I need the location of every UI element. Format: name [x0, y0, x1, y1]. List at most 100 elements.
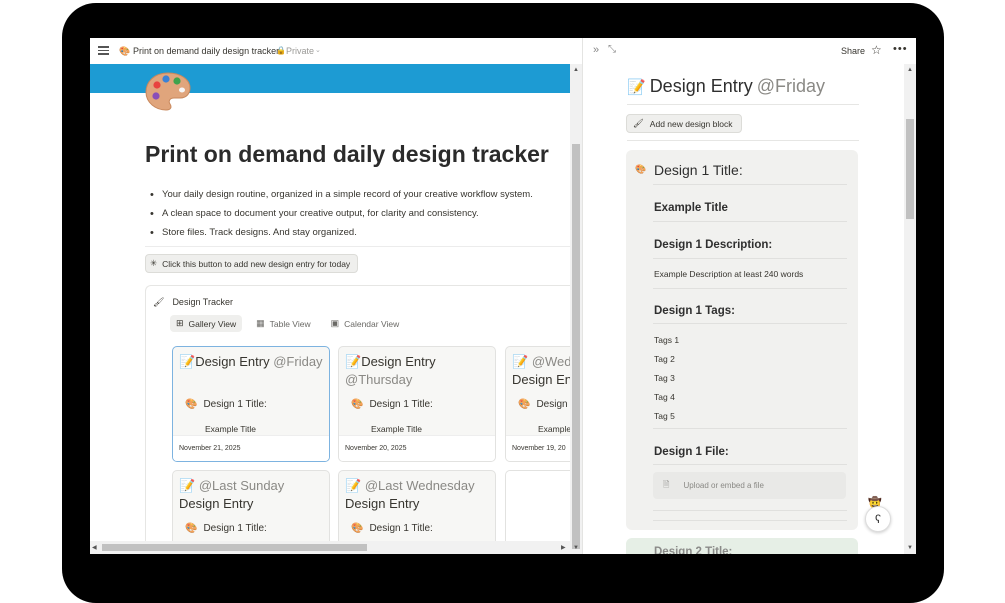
- divider: [653, 464, 847, 465]
- database-title[interactable]: 🖌 Design Tracker: [153, 297, 233, 308]
- brush-icon: 🖌: [153, 297, 165, 307]
- vertical-scrollbar[interactable]: ▲ ▼: [570, 64, 582, 554]
- divider: [653, 288, 847, 289]
- tag-item[interactable]: Tag 2: [654, 354, 675, 364]
- calendar-icon: ▣: [330, 318, 340, 328]
- tab-calendar-view[interactable]: ▣ Calendar View: [325, 315, 406, 332]
- bullet-item: A clean space to document your creative …: [148, 207, 533, 226]
- share-button[interactable]: Share: [841, 46, 865, 56]
- tag-item[interactable]: Tag 4: [654, 392, 675, 402]
- breadcrumb[interactable]: Print on demand daily design tracker: [133, 46, 279, 56]
- card-property: 🎨 Design 1 Title:: [185, 399, 267, 410]
- property-value: Example Title: [205, 424, 257, 434]
- chevron-down-icon[interactable]: ⌄: [315, 46, 321, 54]
- help-assistant-button[interactable]: ʕ: [865, 506, 891, 532]
- bullet-item: Your daily design routine, organized in …: [148, 188, 533, 207]
- button-label: Click this button to add new design entr…: [162, 258, 351, 269]
- property-label: Design 1 Title:: [203, 399, 267, 410]
- tag-item[interactable]: Tag 3: [654, 373, 675, 383]
- card-property: 🎨 Design 1 Title:: [351, 523, 433, 534]
- tab-table-view[interactable]: ▦ Table View: [250, 315, 316, 332]
- scroll-right-arrow-icon[interactable]: ▶: [561, 544, 566, 551]
- memo-icon: 📝: [512, 354, 529, 369]
- date-mention[interactable]: @Friday: [757, 76, 825, 97]
- vertical-scrollbar[interactable]: ▲ ▼: [904, 64, 916, 554]
- palette-icon: 🎨: [119, 46, 131, 56]
- palette-icon: 🎨: [518, 399, 531, 410]
- main-page-pane: 🎨 Print on demand daily design tracker 🔒…: [90, 38, 582, 554]
- entry-title[interactable]: 📝 Design Entry @Friday: [627, 76, 825, 97]
- card-date: November 20, 2025: [339, 435, 495, 461]
- upload-placeholder: Upload or embed a file: [683, 481, 764, 490]
- card-property: 🎨 Design 1 Title:: [351, 399, 433, 410]
- horizontal-scrollbar[interactable]: ◀ ▶: [90, 541, 570, 554]
- tab-gallery-view[interactable]: ⊞ Gallery View: [170, 315, 243, 332]
- date-mention: @Wed: [531, 354, 572, 369]
- palette-icon: 🎨: [635, 164, 647, 174]
- tag-item[interactable]: Tag 5: [654, 411, 675, 421]
- expand-icon[interactable]: ⤡: [608, 44, 616, 55]
- more-options-icon[interactable]: •••: [893, 43, 908, 55]
- block-heading: Design 1 Title:: [654, 162, 743, 178]
- card-title: 📝 @Last Sunday Design Entry: [173, 471, 329, 513]
- description-heading: Design 1 Description:: [654, 239, 773, 251]
- divider: [627, 140, 859, 141]
- divider: [653, 258, 847, 259]
- grid-icon: ⊞: [176, 318, 184, 328]
- scrollbar-thumb[interactable]: [572, 144, 580, 549]
- card-title: 📝 @Last Wednesday Design Entry: [339, 471, 495, 513]
- assistant-face-icon: ʕ: [875, 512, 881, 526]
- description-value[interactable]: Example Description at least 240 words: [654, 269, 803, 279]
- scrollbar-thumb[interactable]: [906, 119, 914, 219]
- scroll-down-arrow-icon[interactable]: ▼: [907, 545, 913, 551]
- scroll-up-arrow-icon[interactable]: ▲: [573, 67, 579, 73]
- add-design-block-button[interactable]: 🖌 Add new design block: [626, 114, 742, 133]
- scrollbar-thumb[interactable]: [102, 544, 367, 551]
- peek-toolbar: » ⤡ Share ☆ •••: [583, 38, 916, 64]
- tab-label: Gallery View: [188, 318, 237, 329]
- date-mention: @Thursday: [345, 372, 413, 387]
- privacy-label[interactable]: Private: [286, 46, 314, 56]
- property-label: Design 1 Title:: [369, 523, 433, 534]
- card-name: Design Entry: [345, 496, 420, 511]
- date-mention: @Last Sunday: [198, 478, 285, 493]
- divider: [145, 246, 570, 247]
- gallery-card[interactable]: 📝Design Entry @Thursday 🎨 Design 1 Title:…: [338, 346, 496, 462]
- card-title: 📝Design Entry @Thursday: [339, 347, 495, 389]
- divider: [653, 184, 847, 185]
- top-bar: 🎨 Print on demand daily design tracker 🔒…: [90, 38, 582, 64]
- view-tabs: ⊞ Gallery View ▦ Table View ▣ Calendar V…: [170, 315, 405, 332]
- star-icon[interactable]: ☆: [871, 43, 882, 57]
- menu-icon[interactable]: [98, 46, 109, 55]
- date-mention: @Last Wednesday: [364, 478, 475, 493]
- memo-icon: 📝: [345, 354, 362, 369]
- title-value[interactable]: Example Title: [654, 202, 728, 214]
- card-name: Design Entry: [361, 354, 436, 369]
- entry-name: Design Entry: [649, 76, 753, 96]
- file-upload-field[interactable]: 🗎 Upload or embed a file: [653, 472, 846, 499]
- card-property: 🎨 Design 1 Title:: [185, 523, 267, 534]
- divider: [653, 510, 847, 511]
- card-date: November 19, 20: [506, 435, 575, 461]
- property-value: Example Title: [371, 424, 423, 434]
- app-window: 🎨 Print on demand daily design tracker 🔒…: [90, 38, 916, 554]
- lock-icon: 🔒: [276, 46, 286, 55]
- scroll-down-arrow-icon[interactable]: ▼: [573, 545, 579, 551]
- gallery-card[interactable]: 📝Design Entry @Friday 🎨 Design 1 Title: E…: [172, 346, 330, 462]
- gallery-card[interactable]: 📝 @Wed Design En 🎨 Design Example November…: [505, 346, 575, 462]
- memo-icon: 📝: [179, 354, 196, 369]
- brush-icon: 🖌: [633, 118, 644, 128]
- divider: [653, 520, 847, 521]
- close-peek-icon[interactable]: »: [593, 44, 599, 56]
- divider: [627, 104, 859, 105]
- bullet-item: Store files. Track designs. And stay org…: [148, 226, 533, 245]
- palette-icon: 🎨: [351, 399, 364, 410]
- block-heading: Design 2 Title:: [654, 546, 733, 554]
- tag-item[interactable]: Tags 1: [654, 335, 679, 345]
- card-name: Design Entry: [179, 496, 254, 511]
- scroll-up-arrow-icon[interactable]: ▲: [907, 67, 913, 73]
- date-mention: @Friday: [273, 354, 323, 369]
- add-design-entry-button[interactable]: ✳ Click this button to add new design en…: [145, 254, 359, 273]
- card-property: 🎨 Design: [518, 399, 568, 410]
- scroll-left-arrow-icon[interactable]: ◀: [92, 544, 97, 551]
